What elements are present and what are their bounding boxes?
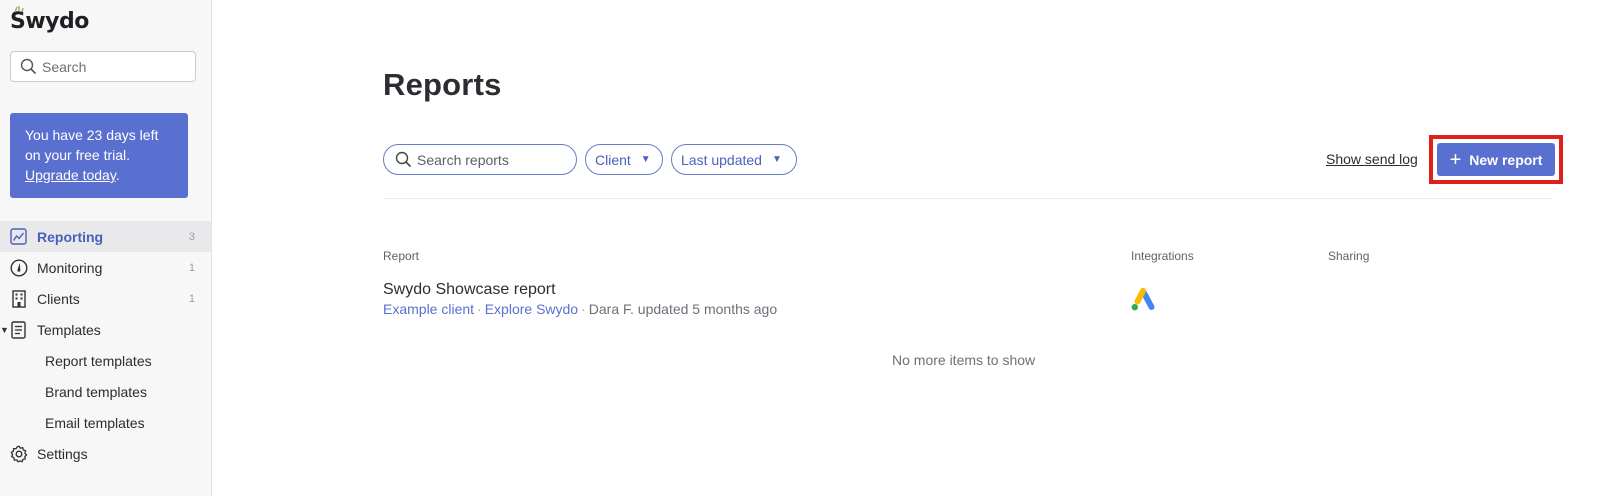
sidebar-nav: Reporting 3 Monitoring 1 Clients 1 ▼ Tem… [0,221,211,469]
google-ads-icon [1131,288,1155,311]
search-icon [395,151,412,168]
separator-dot: · [477,301,482,317]
sidebar-item-label: Settings [37,445,88,462]
show-send-log-link[interactable]: Show send log [1326,151,1418,167]
project-link[interactable]: Explore Swydo [485,301,578,317]
plus-icon: + [1449,148,1462,171]
swydo-logo[interactable]: Swydo [10,4,89,38]
column-header-sharing: Sharing [1328,249,1370,263]
chevron-down-icon: ▼ [771,154,782,165]
sidebar-item-count: 3 [188,230,195,243]
report-meta: Example client · Explore Swydo · Dara F. upd… [383,301,777,317]
monitoring-icon [9,258,28,277]
templates-icon [9,320,28,339]
report-search[interactable] [383,144,577,175]
sidebar-item-count: 1 [188,292,195,305]
column-header-integrations: Integrations [1131,249,1194,263]
column-header-report: Report [383,249,420,263]
logo-spark-icon [14,6,24,13]
chevron-down-icon: ▼ [640,154,651,165]
sidebar-item-label: Clients [37,290,80,307]
sidebar-item-count: 1 [188,261,195,274]
sidebar-item-clients[interactable]: Clients 1 [0,283,211,314]
expand-caret-icon[interactable]: ▼ [0,325,9,335]
sidebar-item-email-templates[interactable]: Email templates [0,407,211,438]
report-search-input[interactable] [417,151,567,168]
updated-text: Dara F. updated 5 months ago [588,301,778,317]
separator-dot: · [581,301,586,317]
sidebar-search[interactable] [10,51,196,82]
sidebar-subitem-label: Email templates [45,414,145,431]
gear-icon [9,444,28,463]
client-filter-label: Client [595,151,631,168]
sidebar-item-label: Reporting [37,228,104,245]
sidebar-item-brand-templates[interactable]: Brand templates [0,376,211,407]
sidebar-item-report-templates[interactable]: Report templates [0,345,211,376]
new-report-label: New report [1469,151,1543,168]
sidebar-item-label: Templates [37,321,101,338]
trial-text-line1: You have 23 days left [25,127,159,143]
sidebar-item-reporting[interactable]: Reporting 3 [0,221,211,252]
client-filter-dropdown[interactable]: Client ▼ [585,144,663,175]
sidebar-subitem-label: Report templates [45,352,152,369]
trial-banner: You have 23 days left on your free trial… [10,113,188,198]
search-icon [20,58,37,75]
sidebar-item-monitoring[interactable]: Monitoring 1 [0,252,211,283]
sidebar: Swydo You have 23 days left on your free… [0,0,212,496]
client-link[interactable]: Example client [383,301,474,317]
upgrade-link[interactable]: Upgrade today [25,167,116,183]
sidebar-item-settings[interactable]: Settings [0,438,211,469]
clients-icon [9,289,28,308]
reporting-icon [9,227,28,246]
sidebar-item-templates[interactable]: ▼ Templates [0,314,211,345]
sort-label: Last updated [681,151,762,168]
trial-period: . [115,167,120,183]
report-title-link[interactable]: Swydo Showcase report [383,281,556,299]
trial-text-line2: on your free trial. [25,147,131,163]
new-report-button[interactable]: + New report [1437,143,1555,176]
end-of-list-message: No more items to show [892,352,1036,368]
page-title: Reports [383,67,502,102]
sidebar-item-label: Monitoring [37,259,103,276]
sidebar-search-input[interactable] [42,58,182,75]
divider [383,198,1551,199]
main-content: Reports Client ▼ Last updated ▼ Show sen… [212,0,1600,496]
sort-dropdown[interactable]: Last updated ▼ [671,144,797,175]
sidebar-subitem-label: Brand templates [45,383,147,400]
